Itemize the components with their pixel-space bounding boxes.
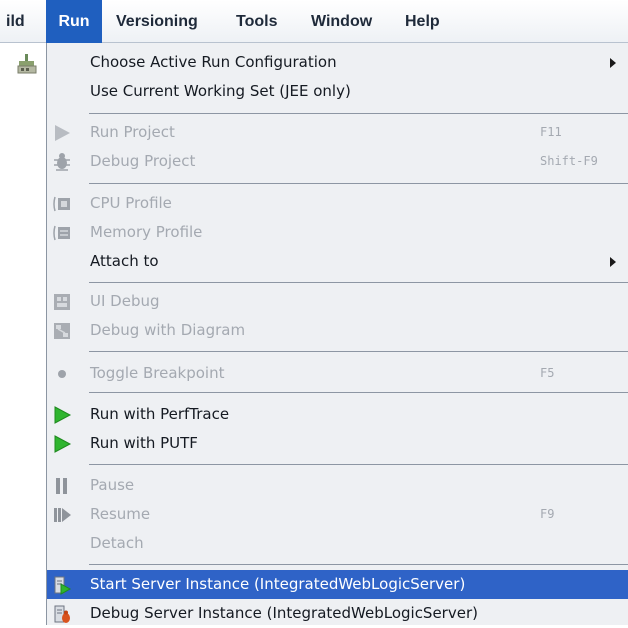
menu-item-label: Choose Active Run Configuration (90, 53, 337, 71)
menu-item-debug-server-instance[interactable]: Debug Server Instance (IntegratedWebLogi… (47, 599, 628, 628)
menu-separator (89, 564, 628, 565)
menu-item-label: Memory Profile (90, 223, 203, 241)
menu-item-label: Start Server Instance (IntegratedWebLogi… (90, 575, 466, 593)
menu-item-label: Debug Server Instance (IntegratedWebLogi… (90, 604, 478, 622)
submenu-arrow-icon (610, 257, 616, 267)
menu-item-use-current-working-set[interactable]: Use Current Working Set (JEE only) (47, 77, 628, 106)
menu-item-ui-debug[interactable]: UI Debug (47, 287, 628, 316)
menu-build[interactable]: ild (0, 0, 48, 43)
resume-icon (54, 508, 71, 522)
run-icon (54, 406, 72, 424)
menu-item-debug-with-diagram[interactable]: Debug with Diagram (47, 316, 628, 345)
pause-icon (56, 478, 67, 494)
menu-item-run-project[interactable]: Run Project F11 (47, 118, 628, 147)
menu-item-label: Use Current Working Set (JEE only) (90, 82, 351, 100)
menu-item-run-with-perftrace[interactable]: Run with PerfTrace (47, 400, 628, 429)
menu-item-cpu-profile[interactable]: CPU Profile (47, 189, 628, 218)
menu-tools[interactable]: Tools (236, 0, 277, 43)
breakpoint-icon (58, 370, 66, 378)
menu-separator (89, 113, 628, 114)
shortcut-text: F5 (540, 366, 555, 380)
run-icon (54, 435, 72, 453)
memory-profile-icon (53, 225, 70, 241)
menu-item-label: Debug with Diagram (90, 321, 246, 339)
menu-separator (89, 351, 628, 352)
cpu-profile-icon (53, 196, 70, 212)
menu-item-label: Run Project (90, 123, 175, 141)
menu-item-toggle-breakpoint[interactable]: Toggle Breakpoint F5 (47, 359, 628, 388)
menu-item-label: Run with PerfTrace (90, 405, 230, 423)
run-icon (55, 125, 70, 141)
menu-item-label: Attach to (90, 252, 159, 270)
menu-item-label: UI Debug (90, 292, 160, 310)
left-toolbar (0, 43, 46, 625)
menu-help[interactable]: Help (405, 0, 440, 43)
menu-item-label: Pause (90, 476, 135, 494)
run-menu-dropdown: Choose Active Run Configuration Use Curr… (46, 43, 628, 625)
menu-item-debug-project[interactable]: Debug Project Shift-F9 (47, 147, 628, 176)
shortcut-text: F9 (540, 507, 555, 521)
menu-item-detach[interactable]: Detach (47, 529, 628, 558)
menu-versioning[interactable]: Versioning (116, 0, 198, 43)
menu-item-run-with-putf[interactable]: Run with PUTF (47, 429, 628, 458)
menu-item-label: Run with PUTF (90, 434, 198, 452)
menu-run[interactable]: Run (46, 0, 102, 43)
submenu-arrow-icon (610, 58, 616, 68)
diagram-icon (54, 323, 70, 339)
menu-window[interactable]: Window (311, 0, 372, 43)
menu-item-label: Debug Project (90, 152, 196, 170)
start-server-icon (54, 576, 72, 595)
menu-item-label: Detach (90, 534, 144, 552)
menu-item-resume[interactable]: Resume F9 (47, 500, 628, 529)
menu-item-label: Toggle Breakpoint (90, 364, 225, 382)
bug-icon (54, 153, 70, 171)
menu-item-start-server-instance[interactable]: Start Server Instance (IntegratedWebLogi… (47, 570, 628, 599)
menu-item-pause[interactable]: Pause (47, 471, 628, 500)
menu-item-label: CPU Profile (90, 194, 172, 212)
menu-separator (89, 282, 628, 283)
menu-separator (89, 464, 628, 465)
build-tool-icon[interactable] (16, 53, 38, 75)
menu-separator (89, 183, 628, 184)
debug-server-icon (54, 605, 70, 623)
shortcut-text: F11 (540, 125, 562, 139)
ui-debug-icon (54, 294, 70, 310)
menu-item-choose-active-run-configuration[interactable]: Choose Active Run Configuration (47, 48, 628, 77)
menu-item-attach-to[interactable]: Attach to (47, 247, 628, 276)
menu-item-label: Resume (90, 505, 151, 523)
menu-item-memory-profile[interactable]: Memory Profile (47, 218, 628, 247)
menu-bar: ild Run Versioning Tools Window Help (0, 0, 628, 43)
shortcut-text: Shift-F9 (540, 154, 598, 168)
menu-separator (89, 392, 628, 393)
